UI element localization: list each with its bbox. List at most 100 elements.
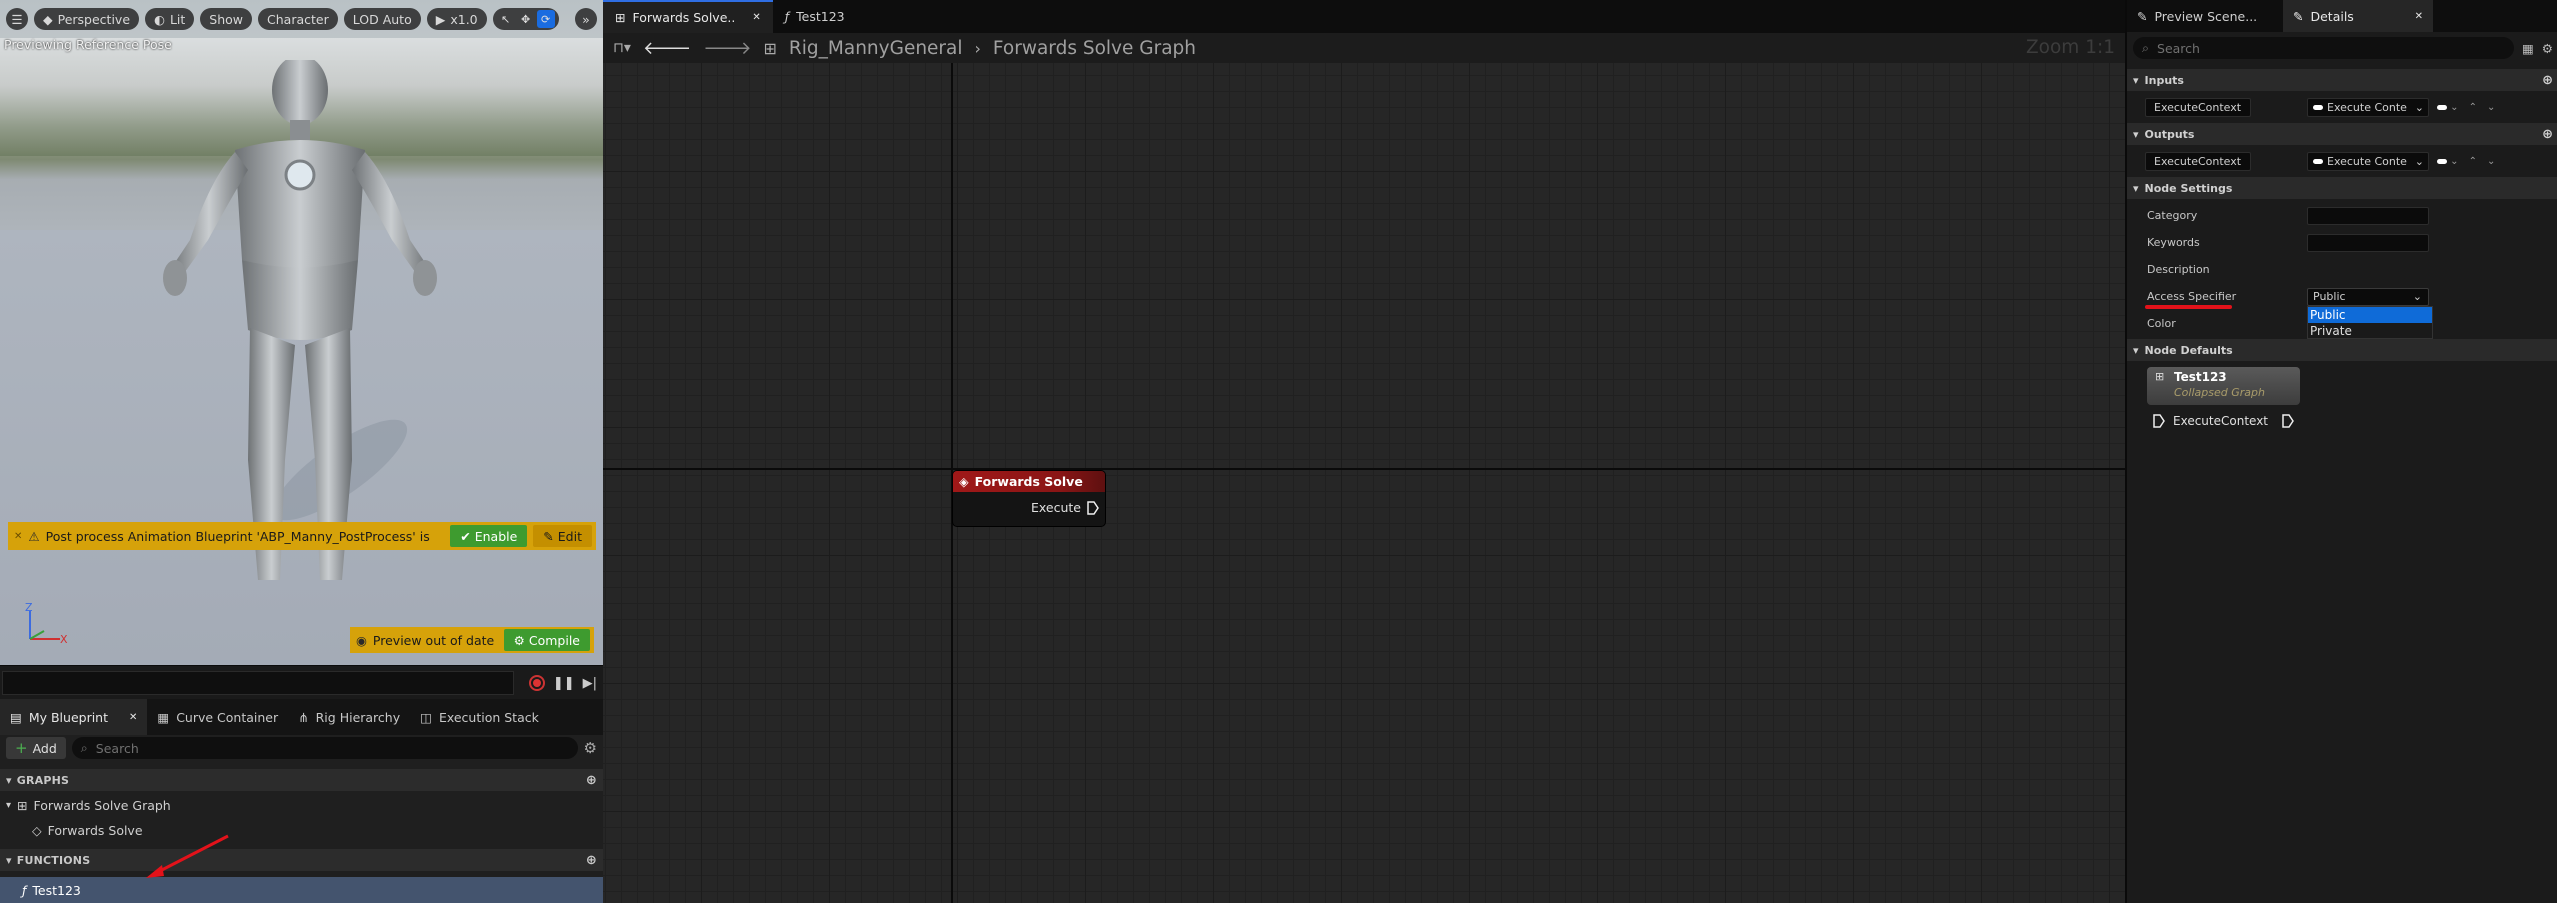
tab-label: My Blueprint: [28, 709, 108, 725]
event-icon: ◇: [32, 822, 42, 838]
tab-label: Rig Hierarchy: [315, 709, 401, 725]
rotate-icon[interactable]: ⟳: [536, 10, 555, 28]
collapse-arrow-icon: ▾: [6, 853, 12, 867]
add-button[interactable]: + Add: [6, 737, 66, 759]
move-up-icon[interactable]: ⌃: [2469, 102, 2477, 113]
tab-label: Execution Stack: [438, 709, 539, 725]
graph-canvas[interactable]: [603, 63, 2125, 903]
record-icon[interactable]: [528, 675, 545, 691]
node-defaults-category[interactable]: ▾ Node Defaults: [2127, 339, 2557, 361]
my-blueprint-search[interactable]: ⌕ Search: [71, 737, 578, 759]
character-button[interactable]: Character: [258, 8, 338, 30]
settings-gear-icon[interactable]: ⚙: [584, 739, 597, 757]
container-type-icon[interactable]: ⌄: [2437, 156, 2459, 167]
edit-button[interactable]: ✎ Edit: [533, 525, 592, 547]
description-row: Description: [2127, 256, 2557, 283]
move-down-icon[interactable]: ⌄: [2487, 156, 2495, 167]
close-tab-icon[interactable]: ✕: [752, 12, 760, 23]
zoom-label: Zoom 1:1: [2026, 37, 2115, 58]
tree-item-forwards-solve[interactable]: ◇ Forwards Solve: [0, 819, 603, 841]
transform-tools: ↖ ✥ ⟳: [492, 8, 559, 30]
exec-pin-icon[interactable]: [1087, 500, 1099, 515]
edit-label: Edit: [557, 528, 582, 544]
category-row: Category: [2127, 202, 2557, 229]
output-row: ExecuteContext Execute Conte ⌄ ⌄ ⌃ ⌄: [2127, 148, 2557, 175]
eye-icon: ◉: [356, 632, 367, 648]
add-function-icon[interactable]: ⊕: [586, 853, 597, 868]
forward-arrow-icon[interactable]: 🡒: [703, 38, 751, 59]
access-specifier-select[interactable]: Public ⌄: [2307, 287, 2429, 306]
outputs-category[interactable]: ▾ Outputs ⊕: [2127, 123, 2557, 145]
bookmark-icon[interactable]: ⊓▾: [613, 40, 631, 56]
search-placeholder: Search: [2157, 40, 2200, 56]
input-type-select[interactable]: Execute Conte ⌄: [2307, 98, 2429, 117]
node-settings-category[interactable]: ▾ Node Settings: [2127, 177, 2557, 199]
details-search[interactable]: ⌕ Search: [2133, 37, 2514, 59]
tab-label: Details: [2310, 8, 2354, 24]
perspective-button[interactable]: ◆ Perspective: [34, 8, 140, 30]
tab-my-blueprint[interactable]: ▤ My Blueprint ✕: [0, 699, 148, 735]
type-label: Execute Conte: [2327, 101, 2407, 114]
show-button[interactable]: Show: [200, 8, 253, 30]
inputs-category[interactable]: ▾ Inputs ⊕: [2127, 69, 2557, 91]
lit-button[interactable]: ◐ Lit: [145, 8, 195, 30]
settings-gear-icon[interactable]: ⚙: [2542, 41, 2553, 56]
viewport-menu-button[interactable]: ☰: [6, 8, 28, 30]
tab-curve-container[interactable]: ▦ Curve Container: [147, 699, 288, 735]
node-header[interactable]: ◈ Forwards Solve: [953, 471, 1105, 492]
play-speed-button[interactable]: ▶ x1.0: [426, 8, 487, 30]
close-tab-icon[interactable]: ✕: [2415, 11, 2423, 22]
tab-details[interactable]: ✎ Details ✕: [2283, 0, 2433, 32]
graphs-section-header[interactable]: ▾ GRAPHS ⊕: [0, 769, 603, 791]
category-field[interactable]: [2307, 206, 2429, 225]
keywords-field[interactable]: [2307, 233, 2429, 252]
lod-label: LOD Auto: [352, 11, 412, 27]
lod-button[interactable]: LOD Auto: [343, 8, 421, 30]
container-type-icon[interactable]: ⌄: [2437, 102, 2459, 113]
compile-button[interactable]: ⚙ Compile: [503, 629, 590, 651]
add-input-icon[interactable]: ⊕: [2542, 73, 2553, 88]
functions-section-header[interactable]: ▾ FUNCTIONS ⊕: [0, 849, 603, 871]
lit-icon: ◐: [154, 11, 165, 27]
axis-z-label: Z: [25, 603, 33, 614]
table-view-icon[interactable]: ▦: [2522, 41, 2534, 56]
tree-item-forwards-solve-graph[interactable]: ▾ ⊞ Forwards Solve Graph: [0, 794, 603, 816]
enable-button[interactable]: ✔ Enable: [450, 525, 528, 547]
option-public[interactable]: Public: [2308, 307, 2432, 323]
tab-rig-hierarchy[interactable]: ⋔ Rig Hierarchy: [288, 699, 410, 735]
compile-label: Compile: [528, 632, 580, 648]
tab-execution-stack[interactable]: ◫ Execution Stack: [410, 699, 549, 735]
move-up-icon[interactable]: ⌃: [2469, 156, 2477, 167]
select-icon[interactable]: ↖: [497, 10, 515, 28]
breadcrumb-parent[interactable]: Rig_MannyGeneral: [789, 38, 963, 59]
output-type-select[interactable]: Execute Conte ⌄: [2307, 152, 2429, 171]
graph-tabs: ⊞ Forwards Solve.. ✕ ƒ Test123: [603, 0, 2125, 33]
axis-gizmo: Z X: [25, 603, 68, 646]
output-name-field[interactable]: ExecuteContext: [2145, 152, 2251, 171]
tab-test123[interactable]: ƒ Test123: [773, 0, 857, 33]
execute-pin[interactable]: Execute: [1031, 500, 1099, 515]
pause-icon[interactable]: ❚❚: [553, 676, 575, 691]
tab-forwards-solve[interactable]: ⊞ Forwards Solve.. ✕: [603, 0, 773, 33]
forwards-solve-node[interactable]: ◈ Forwards Solve Execute: [953, 471, 1105, 526]
move-down-icon[interactable]: ⌄: [2487, 102, 2495, 113]
add-graph-icon[interactable]: ⊕: [586, 773, 597, 788]
input-name-field[interactable]: ExecuteContext: [2145, 98, 2251, 117]
keywords-label: Keywords: [2147, 236, 2200, 249]
back-arrow-icon[interactable]: 🡐: [643, 38, 691, 59]
viewport-expand-button[interactable]: »: [575, 8, 597, 30]
add-output-icon[interactable]: ⊕: [2542, 127, 2553, 142]
tab-preview-scene[interactable]: ✎ Preview Scene...: [2127, 0, 2283, 32]
tree-item-test123[interactable]: ƒ Test123: [0, 877, 603, 903]
option-private[interactable]: Private: [2308, 323, 2432, 339]
timeline-scrubber[interactable]: [2, 671, 514, 695]
curve-icon: ▦: [157, 709, 170, 725]
color-label: Color: [2147, 317, 2176, 330]
close-icon[interactable]: ✕: [14, 531, 22, 542]
chevron-down-icon: ⌄: [2412, 289, 2422, 303]
translate-icon[interactable]: ✥: [517, 10, 535, 28]
graph-icon: ⊞: [615, 10, 626, 25]
play-forward-icon[interactable]: ▶|: [583, 676, 597, 691]
close-tab-icon[interactable]: ✕: [129, 712, 137, 723]
preview-viewport[interactable]: ☰ ◆ Perspective ◐ Lit Show Character LOD A…: [0, 0, 603, 665]
